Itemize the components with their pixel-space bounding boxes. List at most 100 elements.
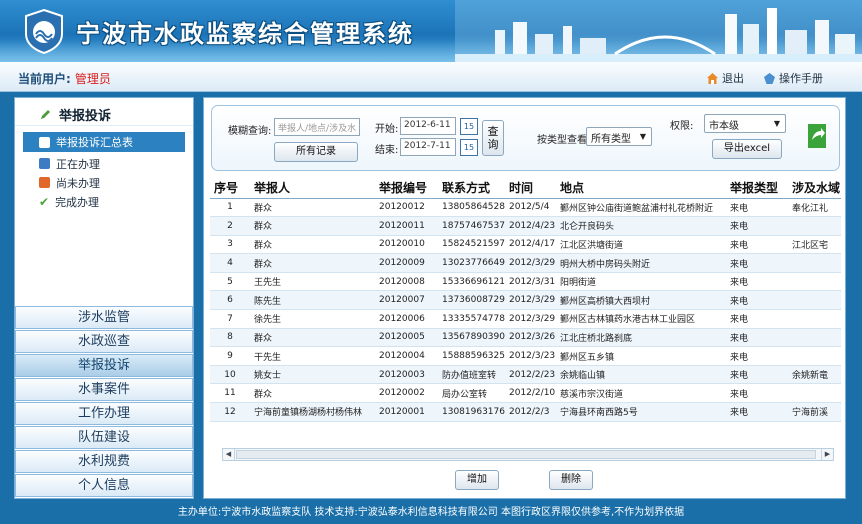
check-icon: ✔ (39, 194, 50, 209)
column-header: 联系方式 (438, 177, 505, 199)
table-cell: 2012/3/26 (505, 328, 556, 348)
table-row[interactable]: 10 姚女士 20120003 防办值班室转 2012/2/23 余姚临山镇 来电 余姚新竜 (210, 365, 841, 385)
nav-item-personal-info[interactable]: 个人信息 (15, 474, 193, 497)
table-cell: 2012/2/23 (505, 365, 556, 385)
query-button[interactable]: 查询 (482, 120, 504, 156)
table-cell: 8 (210, 328, 250, 348)
table-cell: 20120012 (375, 198, 438, 218)
chevron-down-icon: ▼ (773, 119, 780, 128)
table-row[interactable]: 5 王先生 20120008 15336696121 2012/3/31 阳明街道 来电 (210, 272, 841, 292)
current-user-label: 当前用户: (18, 72, 71, 86)
table-row[interactable]: 6 陈先生 20120007 13736008729 2012/3/29 鄞州区高桥镇大西… (210, 290, 841, 311)
table-cell: 20120001 (375, 402, 438, 422)
scrollbar-thumb[interactable] (236, 450, 816, 459)
table-cell: 13567890390 (438, 328, 505, 348)
table-row[interactable]: 12 宁海前童镇杨湖杨村杨伟林 20120001 13081963176 2012/2/… (210, 402, 841, 422)
app-header: 宁波市水政监察综合管理系统 (0, 0, 862, 62)
table-cell: 鄞州区五乡镇 (556, 346, 726, 366)
delete-button[interactable]: 删除 (549, 470, 593, 490)
table-cell: 来电 (726, 290, 788, 311)
table-row[interactable]: 3 群众 20120010 15824521597 2012/4/17 江北区洪塘街道 来电… (210, 235, 841, 255)
logout-link[interactable]: 退出 (706, 70, 744, 86)
manual-label: 操作手册 (779, 72, 823, 85)
sidebar-item-completed[interactable]: ✔ 完成办理 (15, 192, 193, 211)
nav-item-water-cases[interactable]: 水事案件 (15, 378, 193, 401)
table-row[interactable]: 7 徐先生 20120006 13335574778 2012/3/29 鄞州区古林镇药水… (210, 309, 841, 329)
refresh-icon[interactable] (804, 121, 830, 151)
table-cell: 群众 (250, 216, 375, 236)
column-header: 举报编号 (375, 177, 438, 199)
table-row[interactable]: 9 干先生 20120004 15888596325 2012/3/23 鄞州区五乡镇 来电 (210, 346, 841, 366)
manual-link[interactable]: 操作手册 (763, 70, 823, 86)
table-cell: 15824521597 (438, 235, 505, 255)
nav-item-complaints[interactable]: 举报投诉 (15, 354, 193, 377)
table-cell: 群众 (250, 253, 375, 273)
table-cell: 20120005 (375, 328, 438, 348)
table-cell: 局办公室转 (438, 383, 505, 404)
table-cell: 北仑开良码头 (556, 216, 726, 236)
sidebar-item-pending[interactable]: 尚未办理 (15, 173, 193, 192)
table-cell: 2012/4/17 (505, 235, 556, 255)
calendar-icon[interactable]: 15 (460, 118, 478, 135)
table-icon (39, 136, 50, 148)
nav-item-water-patrol[interactable]: 水政巡查 (15, 330, 193, 353)
scroll-right-icon[interactable]: ▶ (821, 449, 833, 460)
table-cell: 王先生 (250, 272, 375, 292)
nav-item-team-building[interactable]: 队伍建设 (15, 426, 193, 449)
sidebar-menu-title[interactable]: 举报投诉 (15, 98, 193, 126)
sidebar-item-in-progress[interactable]: 正在办理 (15, 154, 193, 173)
start-date-input[interactable]: 2012-6-11 (400, 117, 456, 135)
sidebar-item-summary[interactable]: 举报投诉汇总表 (23, 132, 185, 152)
table-cell: 江北区洪塘街道 (556, 235, 726, 255)
table-cell: 13023776649 (438, 253, 505, 273)
export-excel-button[interactable]: 导出excel (712, 139, 782, 159)
scroll-left-icon[interactable]: ◀ (223, 449, 235, 460)
home-icon (707, 72, 718, 84)
current-user-name: 管理员 (74, 72, 111, 86)
permission-select[interactable]: 市本级 ▼ (704, 114, 786, 133)
edit-icon (41, 109, 50, 119)
table-cell: 15888596325 (438, 346, 505, 366)
complaints-table: 序号 举报人 举报编号 联系方式 时间 地点 举报类型 涉及水域 1 群众 2012… (210, 177, 841, 449)
calendar-icon[interactable]: 15 (460, 139, 478, 156)
horizontal-scrollbar[interactable]: ◀ ▶ (222, 448, 834, 461)
nav-item-water-fees[interactable]: 水利规费 (15, 450, 193, 473)
table-cell: 3 (210, 235, 250, 255)
table-cell: 江北庄桥北路刹底 (556, 328, 726, 348)
table-cell: 来电 (726, 235, 788, 255)
table-cell (788, 328, 841, 348)
table-cell: 明州大桥中房码头附近 (556, 253, 726, 273)
add-button[interactable]: 增加 (455, 470, 499, 490)
permission-label: 权限: (670, 121, 694, 132)
table-cell: 20120011 (375, 216, 438, 236)
table-row[interactable]: 2 群众 20120011 18757467537 2012/4/23 北仑开良码头 来电 (210, 216, 841, 236)
table-cell (788, 383, 841, 404)
nav-item-water-supervision[interactable]: 涉水监管 (15, 306, 193, 329)
table-cell: 9 (210, 346, 250, 366)
table-row[interactable]: 1 群众 20120012 13805864528 2012/5/4 鄞州区钟公庙街道鲍盆… (210, 198, 841, 218)
document-icon (39, 177, 50, 188)
table-row[interactable]: 11 群众 20120002 局办公室转 2012/2/10 慈溪市宗汉街道 来电 (210, 383, 841, 404)
table-cell: 群众 (250, 383, 375, 404)
city-skyline-image (455, 0, 862, 62)
type-select[interactable]: 所有类型 ▼ (586, 127, 652, 146)
table-cell: 宁海前童镇杨湖杨村杨伟林 (250, 402, 375, 422)
table-cell: 干先生 (250, 346, 375, 366)
table-cell: 来电 (726, 328, 788, 348)
table-cell: 2012/4/23 (505, 216, 556, 236)
table-cell: 徐先生 (250, 309, 375, 329)
menu-title-label: 举报投诉 (59, 109, 112, 124)
table-cell: 鄞州区古林镇药水港古林工业园区 (556, 309, 726, 329)
table-cell: 7 (210, 309, 250, 329)
all-records-button[interactable]: 所有记录 (274, 142, 358, 162)
nav-item-work-handling[interactable]: 工作办理 (15, 402, 193, 425)
table-row[interactable]: 8 群众 20120005 13567890390 2012/3/26 江北庄桥北路刹底来… (210, 328, 841, 348)
fuzzy-search-input[interactable]: 举报人/地点/涉及水 (274, 118, 360, 136)
table-row[interactable]: 4 群众 20120009 13023776649 2012/3/29 明州大桥中房码头附… (210, 253, 841, 273)
table-cell: 2012/2/10 (505, 383, 556, 404)
start-date-label: 开始: (375, 124, 399, 135)
table-cell: 奉化江礼 (788, 198, 841, 218)
table-cell: 15336696121 (438, 272, 505, 292)
table-cell: 20120008 (375, 272, 438, 292)
end-date-input[interactable]: 2012-7-11 (400, 138, 456, 156)
